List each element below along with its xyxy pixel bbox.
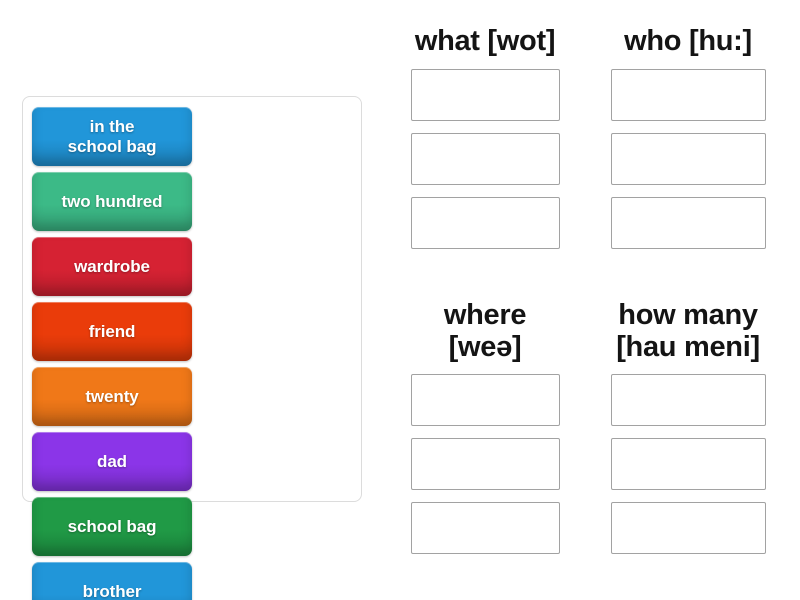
- word-tile[interactable]: school bag: [32, 497, 192, 556]
- word-tile-pool: in the school bag two hundred wardrobe f…: [22, 96, 362, 600]
- dropzone[interactable]: [610, 68, 766, 121]
- category-title: where [weə]: [443, 299, 527, 363]
- word-tile-label: in the school bag: [67, 116, 157, 156]
- category-where: where [weə]: [390, 299, 580, 566]
- category-what: what [wot]: [390, 25, 580, 261]
- dropzone[interactable]: [410, 68, 560, 121]
- dropzone[interactable]: [610, 502, 766, 555]
- word-tile[interactable]: in the school bag: [32, 107, 192, 166]
- category-columns: what [wot] who [hu:] where [weə] how man…: [390, 25, 783, 571]
- dropzone[interactable]: [410, 132, 560, 185]
- word-tile-label: brother: [82, 581, 142, 600]
- category-title: how many [hau meni]: [616, 299, 760, 363]
- dropzone[interactable]: [610, 196, 766, 249]
- category-title: what [wot]: [414, 25, 556, 57]
- category-who: who [hu:]: [593, 25, 783, 261]
- word-tile[interactable]: twenty: [32, 367, 192, 426]
- word-tile-label: friend: [88, 321, 136, 341]
- word-tile-label: school bag: [67, 516, 157, 536]
- dropzone[interactable]: [410, 438, 560, 491]
- dropzone[interactable]: [610, 374, 766, 427]
- dropzone[interactable]: [410, 196, 560, 249]
- dropzone[interactable]: [410, 502, 560, 555]
- category-title: who [hu:]: [624, 25, 752, 57]
- word-tile[interactable]: two hundred: [32, 172, 192, 231]
- word-tile[interactable]: friend: [32, 302, 192, 361]
- word-tile-label: dad: [97, 451, 127, 471]
- word-tile[interactable]: brother: [32, 562, 192, 600]
- word-tile-label: two hundred: [61, 191, 163, 211]
- word-tile[interactable]: dad: [32, 432, 192, 491]
- word-tile-label: wardrobe: [74, 256, 150, 276]
- activity-stage: in the school bag two hundred wardrobe f…: [0, 0, 800, 600]
- category-how-many: how many [hau meni]: [593, 299, 783, 566]
- word-tile-label: twenty: [85, 386, 139, 406]
- dropzone[interactable]: [610, 438, 766, 491]
- dropzone[interactable]: [610, 132, 766, 185]
- word-tile[interactable]: wardrobe: [32, 237, 192, 296]
- dropzone[interactable]: [410, 374, 560, 427]
